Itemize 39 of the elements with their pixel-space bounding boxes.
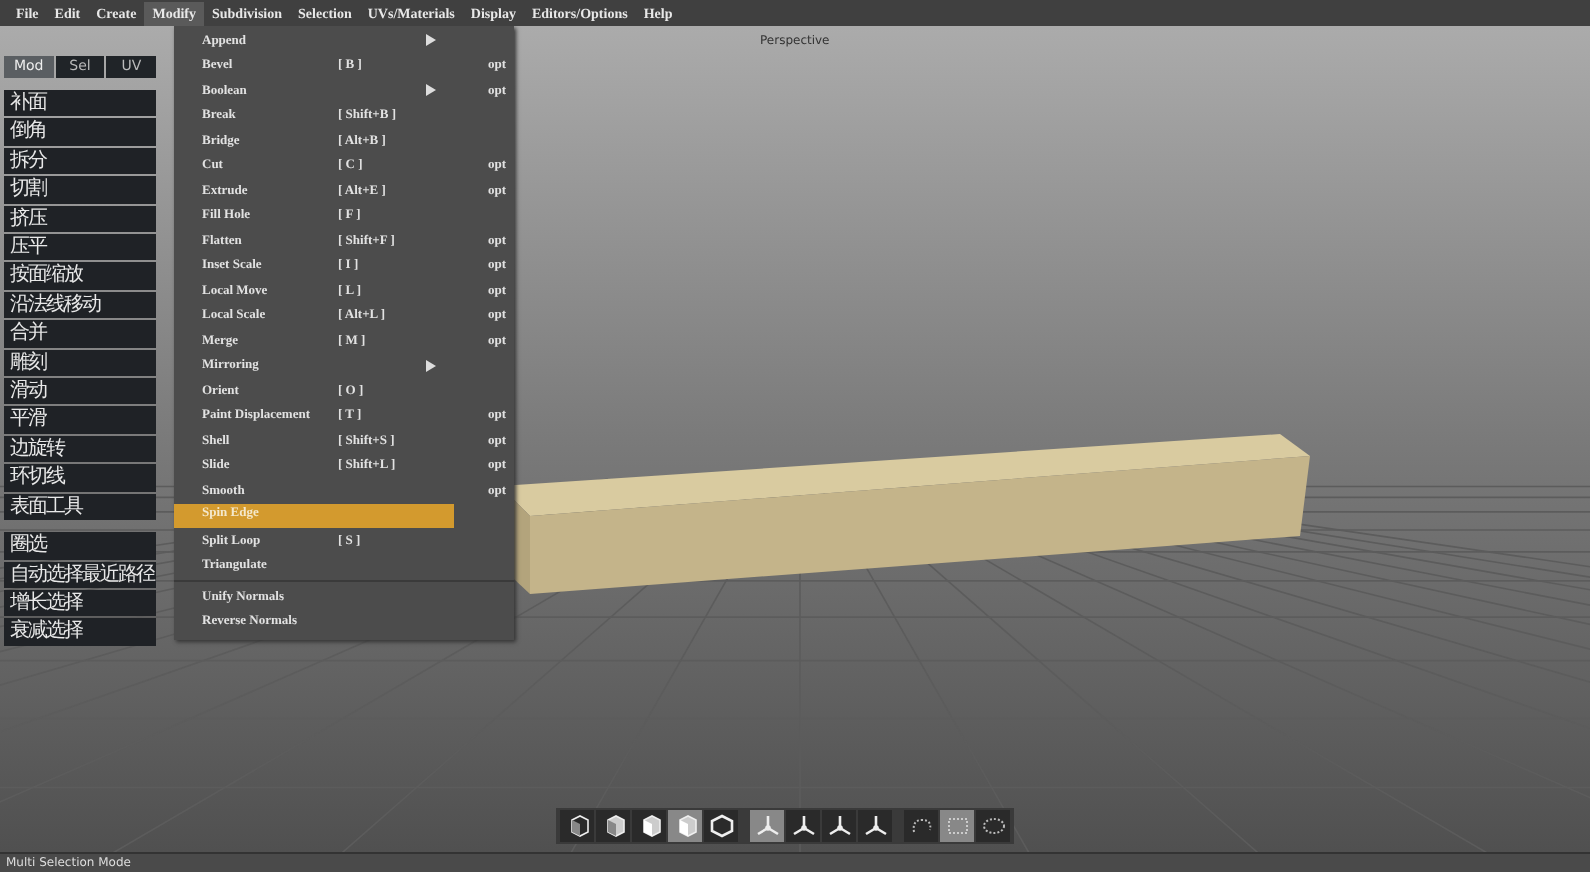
tool-button[interactable]: 补面 <box>4 90 156 117</box>
tool-button[interactable]: 切割 <box>4 176 156 204</box>
cube-icon <box>565 814 589 838</box>
submenu-arrow-icon <box>426 84 436 97</box>
dotted-ellipse-icon <box>981 814 1005 838</box>
tool-button[interactable]: 挤压 <box>4 205 156 233</box>
axis-icon <box>827 814 851 838</box>
tool-button[interactable]: 表面工具 <box>4 493 156 521</box>
tool-button[interactable]: 边旋转 <box>4 435 156 463</box>
tool-button[interactable]: 雕刻 <box>4 349 156 377</box>
tool-button[interactable]: 自动选择最近路径 <box>4 561 156 588</box>
tool-button[interactable]: 合并 <box>4 320 156 348</box>
tool-button[interactable]: 滑动 <box>4 378 156 405</box>
lasso-mode-button[interactable] <box>904 810 938 842</box>
hex-mode-button[interactable] <box>704 810 738 842</box>
submenu-arrow-icon <box>426 359 436 372</box>
tool-button[interactable]: 沿法线移动 <box>4 291 156 319</box>
tool-button[interactable]: 压平 <box>4 234 156 261</box>
cube-icon <box>673 814 697 838</box>
cube-icon <box>601 814 625 838</box>
tool-button[interactable]: 衰减选择 <box>4 618 156 646</box>
axis-icon <box>755 814 779 838</box>
axis-icon <box>791 814 815 838</box>
tool-button[interactable]: 环切线 <box>4 464 156 492</box>
tool-button[interactable]: 平滑 <box>4 406 156 434</box>
tool-button[interactable]: 圈选 <box>4 532 156 559</box>
axis-mode-button[interactable] <box>786 810 820 842</box>
tool-button[interactable]: 按面缩放 <box>4 262 156 290</box>
tool-button[interactable]: 增长选择 <box>4 589 156 617</box>
submenu-arrow-icon <box>426 34 436 47</box>
axis-icon <box>863 814 887 838</box>
hexagon-icon <box>709 814 733 838</box>
cube-icon <box>637 814 661 838</box>
axis-mode-button[interactable] <box>858 810 892 842</box>
tool-button[interactable]: 拆分 <box>4 147 156 175</box>
tool-button[interactable]: 倒角 <box>4 118 156 146</box>
axis-mode-button[interactable] <box>822 810 856 842</box>
lasso-icon <box>909 814 933 838</box>
dashed-rectangle-icon <box>945 814 969 838</box>
